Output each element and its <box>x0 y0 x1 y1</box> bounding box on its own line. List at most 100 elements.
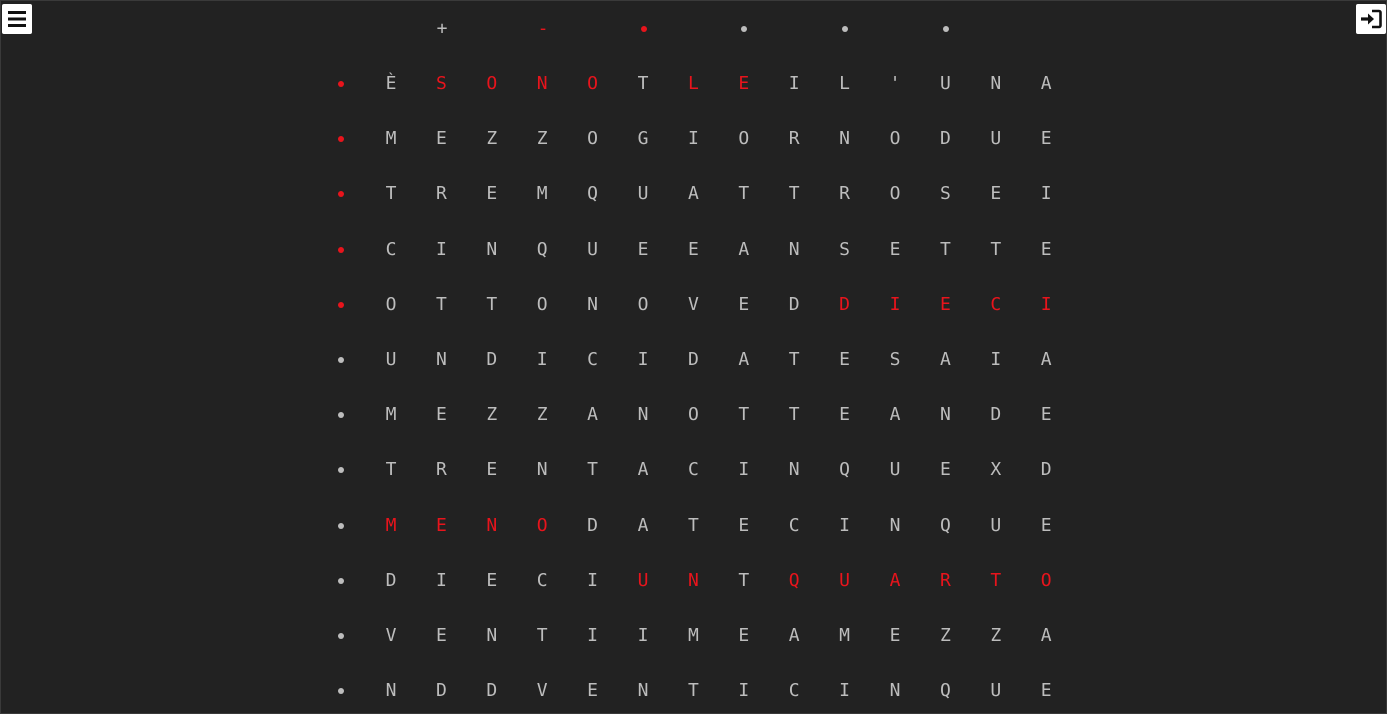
letter-cell: Q <box>587 183 599 205</box>
letter-cell: T <box>990 569 1002 591</box>
letter-cell: N <box>486 238 498 260</box>
letter-cell: I <box>889 293 901 315</box>
letter-cell: E <box>839 349 851 370</box>
letter-cell: U <box>990 514 1002 536</box>
row-dot <box>338 301 344 308</box>
letter-cell: A <box>687 183 699 205</box>
letter-cell: O <box>1040 569 1052 591</box>
letter-cell: R <box>435 459 447 481</box>
grid-row: TRENTACINQUEXD <box>0 455 1387 485</box>
letter-cell: I <box>788 73 800 94</box>
letter-cell: N <box>939 404 951 426</box>
letter-cell: E <box>990 183 1002 205</box>
letter-cell: E <box>1040 238 1052 260</box>
letter-cell: N <box>839 128 851 150</box>
letter-cell: O <box>889 128 901 150</box>
letter-cell: T <box>738 183 750 205</box>
row-dot <box>338 577 344 584</box>
minute-indicator-row: + - <box>0 14 1387 44</box>
letter-cell: A <box>738 349 750 370</box>
letter-cell: E <box>738 625 750 646</box>
letter-cell: C <box>536 569 548 591</box>
letter-cell: I <box>738 680 750 702</box>
letter-cell: E <box>1040 514 1052 536</box>
letter-cell: C <box>990 293 1002 315</box>
letter-cell: R <box>788 128 800 150</box>
letter-cell: T <box>788 183 800 205</box>
grid-row: È S O N O T L E I L ' U N A <box>0 69 1387 99</box>
letter-cell: I <box>1040 183 1052 205</box>
letter-cell: M <box>536 183 548 205</box>
letter-cell: U <box>839 569 851 591</box>
letter-cell: O <box>587 128 599 150</box>
letter-cell: Z <box>990 625 1002 646</box>
letter-cell: E <box>687 238 699 260</box>
letter-cell: N <box>435 349 447 370</box>
letter-cell: C <box>788 680 800 702</box>
letter-cell: L <box>687 73 699 94</box>
letter-cell: D <box>687 349 699 370</box>
letter-cell: E <box>889 625 901 646</box>
letter-cell: N <box>889 514 901 536</box>
letter-cell: V <box>385 625 397 646</box>
letter-cell: O <box>536 514 548 536</box>
letter-cell: T <box>536 625 548 646</box>
letter-cell: E <box>486 459 498 481</box>
letter-cell: I <box>637 349 649 370</box>
letter-cell: R <box>435 183 447 205</box>
letter-cell: A <box>637 459 649 481</box>
letter-cell: I <box>637 625 649 646</box>
letter-cell: E <box>486 183 498 205</box>
minute-dot <box>842 26 848 32</box>
letter-cell: I <box>536 349 548 370</box>
letter-cell: È <box>385 73 397 94</box>
letter-cell: D <box>385 569 397 591</box>
letter-cell: T <box>788 349 800 370</box>
letter-cell: E <box>738 73 750 94</box>
letter-cell: E <box>1040 404 1052 426</box>
letter-cell: G <box>637 128 649 150</box>
letter-cell: N <box>687 569 699 591</box>
letter-cell: I <box>687 128 699 150</box>
letter-cell: D <box>435 680 447 702</box>
letter-cell: C <box>687 459 699 481</box>
letter-cell: N <box>788 238 800 260</box>
letter-cell: N <box>536 73 548 94</box>
minus-indicator: - <box>537 18 549 39</box>
letter-cell: A <box>788 625 800 646</box>
letter-cell: N <box>587 293 599 315</box>
row-dot <box>338 191 344 198</box>
letter-cell: E <box>435 404 447 426</box>
letter-cell: N <box>788 459 800 481</box>
letter-cell: D <box>839 293 851 315</box>
grid-row: CINQUEEANSETTE <box>0 235 1387 265</box>
letter-cell: N <box>637 404 649 426</box>
letter-cell: T <box>486 293 498 315</box>
letter-cell: D <box>1040 459 1052 481</box>
letter-cell: Q <box>839 459 851 481</box>
grid-row: TREMQUATTROSEI <box>0 179 1387 209</box>
letter-cell: E <box>939 459 951 481</box>
letter-cell: A <box>939 349 951 370</box>
letter-cell: M <box>839 625 851 646</box>
grid-row: NDDVENTICINQUE <box>0 676 1387 706</box>
letter-cell: T <box>738 404 750 426</box>
letter-cell: Z <box>486 404 498 426</box>
letter-cell: U <box>990 680 1002 702</box>
letter-cell: S <box>889 349 901 370</box>
row-dot <box>338 467 344 474</box>
letter-cell: A <box>889 404 901 426</box>
letter-cell: O <box>587 73 599 94</box>
letter-cell: E <box>889 238 901 260</box>
letter-cell: C <box>385 238 397 260</box>
letter-cell: E <box>1040 680 1052 702</box>
letter-cell: C <box>587 349 599 370</box>
letter-cell: T <box>435 293 447 315</box>
letter-cell: I <box>587 625 599 646</box>
grid-row: DIECIUNTQUARTO <box>0 566 1387 596</box>
letter-cell: I <box>738 459 750 481</box>
letter-cell: N <box>536 459 548 481</box>
row-dot <box>338 357 344 363</box>
letter-cell: T <box>385 183 397 205</box>
letter-cell: U <box>889 459 901 481</box>
